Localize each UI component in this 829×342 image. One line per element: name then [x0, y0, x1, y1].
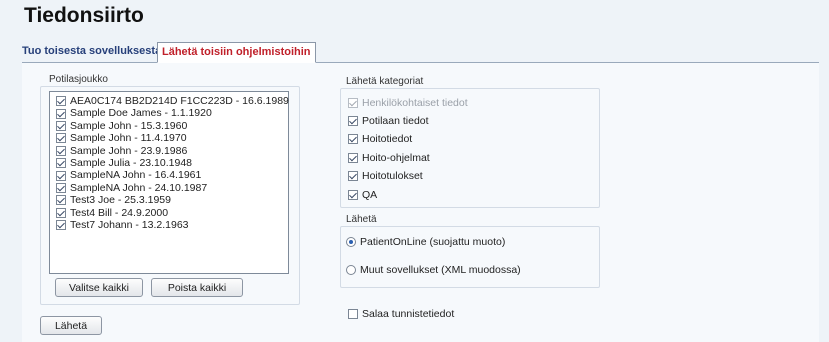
list-item-label: AEA0C174 BB2D214D F1CC223D - 16.6.1989	[70, 95, 289, 107]
patient-checkbox-7[interactable]	[56, 183, 66, 194]
list-item[interactable]: Sample Doe James - 1.1.1920	[50, 107, 288, 119]
list-item-label: SampleNA John - 16.4.1961	[70, 169, 202, 182]
encrypt-label: Salaa tunnistetiedot	[362, 308, 455, 320]
radio-label: Muut sovellukset (XML muodossa)	[360, 264, 521, 276]
tab-import[interactable]: Tuo toisesta sovelluksesta	[22, 42, 161, 60]
list-item[interactable]: Test7 Johann - 13.2.1963	[50, 219, 288, 231]
radio-patientonline[interactable]	[346, 237, 356, 247]
category-label: Hoitotulokset	[362, 170, 423, 182]
patient-checkbox-10[interactable]	[56, 220, 66, 231]
list-item[interactable]: Test3 Joe - 25.3.1959	[50, 194, 288, 206]
list-item-label: Test7 Johann - 13.2.1963	[70, 219, 189, 232]
category-checkbox-personal	[348, 98, 358, 108]
patient-checkbox-2[interactable]	[56, 121, 66, 132]
send-target-xml[interactable]: Muut sovellukset (XML muodossa)	[346, 264, 521, 276]
patient-checkbox-9[interactable]	[56, 207, 66, 218]
category-label: Henkilökohtaiset tiedot	[362, 97, 468, 109]
category-checkbox-qa[interactable]	[348, 190, 358, 200]
list-item[interactable]: Sample John - 23.9.1986	[50, 145, 288, 157]
category-treatment-programs[interactable]: Hoito-ohjelmat	[348, 152, 430, 164]
page-title: Tiedonsiirto	[24, 4, 144, 27]
category-patient-info[interactable]: Potilaan tiedot	[348, 115, 429, 127]
list-item-label: Sample John - 23.9.1986	[70, 144, 188, 157]
list-item-label: Sample John - 15.3.1960	[70, 119, 188, 132]
list-item[interactable]: Sample John - 11.4.1970	[50, 132, 288, 144]
category-label: QA	[362, 189, 378, 201]
category-label: Potilaan tiedot	[362, 115, 429, 127]
patient-list[interactable]: AEA0C174 BB2D214D F1CC223D - 16.6.1989 S…	[49, 91, 289, 274]
patient-checkbox-6[interactable]	[56, 170, 66, 181]
patient-checkbox-3[interactable]	[56, 133, 66, 144]
patient-checkbox-5[interactable]	[56, 158, 66, 169]
clear-all-button[interactable]: Poista kaikki	[151, 278, 243, 297]
patient-checkbox-1[interactable]	[56, 108, 66, 119]
send-target-group-label: Lähetä	[346, 214, 377, 225]
list-item[interactable]: Test4 Bill - 24.9.2000	[50, 207, 288, 219]
category-checkbox-patient[interactable]	[348, 116, 358, 126]
send-button[interactable]: Lähetä	[40, 316, 102, 335]
list-item[interactable]: SampleNA John - 24.10.1987	[50, 182, 288, 194]
list-item[interactable]: SampleNA John - 16.4.1961	[50, 169, 288, 181]
category-checkbox-treatment[interactable]	[348, 134, 358, 144]
list-item-label: SampleNA John - 24.10.1987	[70, 181, 208, 194]
list-item[interactable]: Sample Julia - 23.10.1948	[50, 157, 288, 169]
select-all-button[interactable]: Valitse kaikki	[55, 278, 143, 297]
patient-group-label: Potilasjoukko	[49, 74, 108, 85]
patient-checkbox-0[interactable]	[56, 96, 66, 107]
list-item-label: Sample John - 11.4.1970	[70, 132, 187, 145]
categories-group-label: Lähetä kategoriat	[346, 76, 424, 87]
category-qa[interactable]: QA	[348, 189, 377, 201]
send-target-patientonline[interactable]: PatientOnLine (suojattu muoto)	[346, 236, 505, 248]
patient-checkbox-4[interactable]	[56, 145, 66, 156]
category-personal-info: Henkilökohtaiset tiedot	[348, 97, 468, 109]
list-item-label: Sample Julia - 23.10.1948	[70, 157, 192, 170]
encrypt-identifiers-option[interactable]: Salaa tunnistetiedot	[348, 308, 454, 320]
category-checkbox-programs[interactable]	[348, 153, 358, 163]
list-item[interactable]: AEA0C174 BB2D214D F1CC223D - 16.6.1989	[50, 95, 289, 107]
category-treatment-results[interactable]: Hoitotulokset	[348, 170, 423, 182]
list-item-label: Test3 Joe - 25.3.1959	[70, 194, 171, 207]
list-item[interactable]: Sample John - 15.3.1960	[50, 120, 288, 132]
category-treatment-data[interactable]: Hoitotiedot	[348, 133, 412, 145]
tab-send[interactable]: Lähetä toisiin ohjelmistoihin	[157, 42, 316, 63]
list-item-label: Sample Doe James - 1.1.1920	[70, 107, 212, 120]
encrypt-checkbox[interactable]	[348, 309, 358, 319]
list-item-label: Test4 Bill - 24.9.2000	[70, 206, 169, 219]
patient-checkbox-8[interactable]	[56, 195, 66, 206]
radio-label: PatientOnLine (suojattu muoto)	[360, 236, 506, 248]
tab-bar: Tuo toisesta sovelluksesta Lähetä toisii…	[22, 42, 819, 63]
category-checkbox-results[interactable]	[348, 171, 358, 181]
category-label: Hoito-ohjelmat	[362, 152, 430, 164]
radio-xml[interactable]	[346, 265, 356, 275]
category-label: Hoitotiedot	[362, 133, 413, 145]
